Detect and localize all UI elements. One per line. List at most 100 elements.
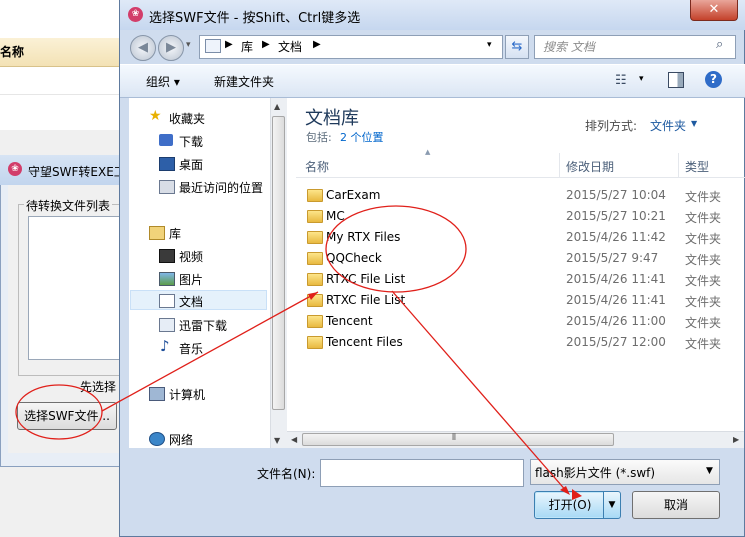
file-name: Tencent bbox=[326, 314, 373, 328]
xunlei-download-icon bbox=[159, 318, 175, 332]
folder-icon bbox=[307, 252, 323, 265]
close-button[interactable]: ✕ bbox=[690, 0, 738, 21]
refresh-icon: ⇆ bbox=[511, 39, 523, 54]
background-column-header: 名称 bbox=[0, 38, 122, 67]
library-icon bbox=[205, 39, 221, 53]
filename-input[interactable] bbox=[320, 459, 524, 487]
nav-documents[interactable]: 文档 bbox=[179, 293, 203, 310]
view-dropdown[interactable]: ▾ bbox=[639, 74, 644, 84]
folder-icon bbox=[307, 294, 323, 307]
scroll-left-icon[interactable]: ◀ bbox=[291, 435, 297, 444]
scroll-up-icon[interactable]: ▲ bbox=[274, 102, 280, 111]
file-name: RTXC File List bbox=[326, 293, 406, 307]
open-button[interactable]: 打开(O) bbox=[534, 491, 606, 519]
nav-favorites[interactable]: 收藏夹 bbox=[169, 110, 205, 127]
nav-libraries[interactable]: 库 bbox=[169, 225, 181, 242]
filename-label: 文件名(N): bbox=[257, 467, 316, 481]
file-list-box[interactable] bbox=[28, 216, 124, 360]
music-icon: ♪ bbox=[160, 337, 170, 355]
file-name: RTXC File List bbox=[326, 272, 406, 286]
breadcrumb-libraries[interactable]: 库 bbox=[241, 38, 253, 55]
library-title: 文档库 bbox=[305, 108, 359, 129]
arrange-by-label: 排列方式: bbox=[585, 119, 638, 133]
folder-icon bbox=[307, 273, 323, 286]
file-date: 2015/5/27 12:00 bbox=[566, 335, 666, 349]
column-name[interactable]: 名称 bbox=[305, 158, 329, 175]
nav-network[interactable]: 网络 bbox=[169, 431, 193, 448]
nav-pictures[interactable]: 图片 bbox=[179, 271, 203, 288]
file-type: 文件夹 bbox=[685, 253, 722, 267]
file-type: 文件夹 bbox=[685, 295, 722, 309]
star-icon: ★ bbox=[149, 108, 162, 124]
file-date: 2015/4/26 11:42 bbox=[566, 230, 666, 244]
recent-locations-dropdown[interactable]: ▾ bbox=[186, 40, 191, 50]
address-dropdown[interactable]: ▾ bbox=[487, 40, 492, 50]
file-type: 文件夹 bbox=[685, 190, 722, 204]
folder-icon bbox=[307, 189, 323, 202]
file-list-label: 待转换文件列表 bbox=[24, 197, 113, 214]
nav-music[interactable]: 音乐 bbox=[179, 340, 203, 357]
open-options-dropdown[interactable]: ▼ bbox=[603, 491, 621, 519]
folder-icon bbox=[307, 336, 323, 349]
file-type: 文件夹 bbox=[685, 232, 722, 246]
cancel-button[interactable]: 取消 bbox=[632, 491, 720, 519]
desktop-icon bbox=[159, 157, 175, 171]
nav-videos[interactable]: 视频 bbox=[179, 248, 203, 265]
file-name: Tencent Files bbox=[326, 335, 403, 349]
background-row-divider bbox=[0, 94, 122, 95]
arrange-by-dropdown[interactable]: 文件夹 bbox=[650, 117, 686, 134]
file-date: 2015/4/26 11:00 bbox=[566, 314, 666, 328]
dialog-title: 选择SWF文件 - 按Shift、Ctrl键多选 bbox=[149, 11, 361, 26]
hint-text: 先选择 bbox=[80, 380, 117, 394]
file-date: 2015/5/27 9:47 bbox=[566, 251, 659, 265]
column-type[interactable]: 类型 bbox=[685, 158, 709, 175]
nav-scroll-thumb[interactable] bbox=[272, 116, 285, 410]
nav-desktop[interactable]: 桌面 bbox=[179, 156, 203, 173]
folder-icon bbox=[307, 210, 323, 223]
scroll-right-icon[interactable]: ▶ bbox=[733, 435, 739, 444]
file-date: 2015/5/27 10:04 bbox=[566, 188, 666, 202]
app-logo-icon: ❀ bbox=[8, 162, 22, 176]
horizontal-scroll-thumb[interactable] bbox=[302, 433, 614, 446]
refresh-button[interactable]: ⇆ bbox=[505, 35, 529, 59]
file-date: 2015/4/26 11:41 bbox=[566, 272, 666, 286]
file-type: 文件夹 bbox=[685, 274, 722, 288]
breadcrumb-separator-icon[interactable]: ▶ bbox=[225, 39, 233, 50]
arrow-right-icon: ▶ bbox=[166, 40, 176, 55]
organize-menu[interactable]: 组织 ▾ bbox=[146, 73, 180, 90]
nav-downloads[interactable]: 下载 bbox=[179, 133, 203, 150]
sort-ascending-icon: ▲ bbox=[425, 148, 431, 156]
breadcrumb-documents[interactable]: 文档 bbox=[278, 38, 302, 55]
help-icon[interactable]: ? bbox=[705, 71, 722, 88]
view-options-icon[interactable]: ☷ bbox=[615, 73, 627, 88]
file-type: 文件夹 bbox=[685, 337, 722, 351]
breadcrumb-separator-icon[interactable]: ▶ bbox=[313, 39, 321, 50]
nav-recent[interactable]: 最近访问的位置 bbox=[179, 179, 263, 196]
file-type: 文件夹 bbox=[685, 316, 722, 330]
chevron-down-icon[interactable]: ▼ bbox=[691, 119, 697, 128]
file-name: QQCheck bbox=[326, 251, 382, 265]
library-locations-link[interactable]: 2 个位置 bbox=[340, 129, 384, 145]
preview-pane-icon[interactable] bbox=[668, 72, 684, 88]
select-swf-button[interactable]: 选择SWF文件... bbox=[17, 402, 117, 430]
file-name: CarExam bbox=[326, 188, 381, 202]
new-folder-button[interactable]: 新建文件夹 bbox=[214, 73, 274, 90]
column-divider[interactable] bbox=[678, 153, 679, 177]
back-button[interactable]: ◀ bbox=[130, 35, 156, 61]
nav-xunlei[interactable]: 迅雷下载 bbox=[179, 317, 227, 334]
file-name: My RTX Files bbox=[326, 230, 401, 244]
column-date[interactable]: 修改日期 bbox=[566, 158, 614, 175]
column-divider[interactable] bbox=[559, 153, 560, 177]
nav-computer[interactable]: 计算机 bbox=[169, 386, 205, 403]
documents-icon bbox=[159, 294, 175, 308]
file-type: 文件夹 bbox=[685, 211, 722, 225]
folder-icon bbox=[307, 315, 323, 328]
search-icon[interactable]: ⌕ bbox=[716, 37, 723, 52]
file-date: 2015/4/26 11:41 bbox=[566, 293, 666, 307]
forward-button[interactable]: ▶ bbox=[158, 35, 184, 61]
computer-icon bbox=[149, 387, 165, 401]
file-date: 2015/5/27 10:21 bbox=[566, 209, 666, 223]
chevron-down-icon[interactable]: ▼ bbox=[706, 466, 713, 476]
scroll-down-icon[interactable]: ▼ bbox=[274, 436, 280, 445]
breadcrumb-separator-icon[interactable]: ▶ bbox=[262, 39, 270, 50]
